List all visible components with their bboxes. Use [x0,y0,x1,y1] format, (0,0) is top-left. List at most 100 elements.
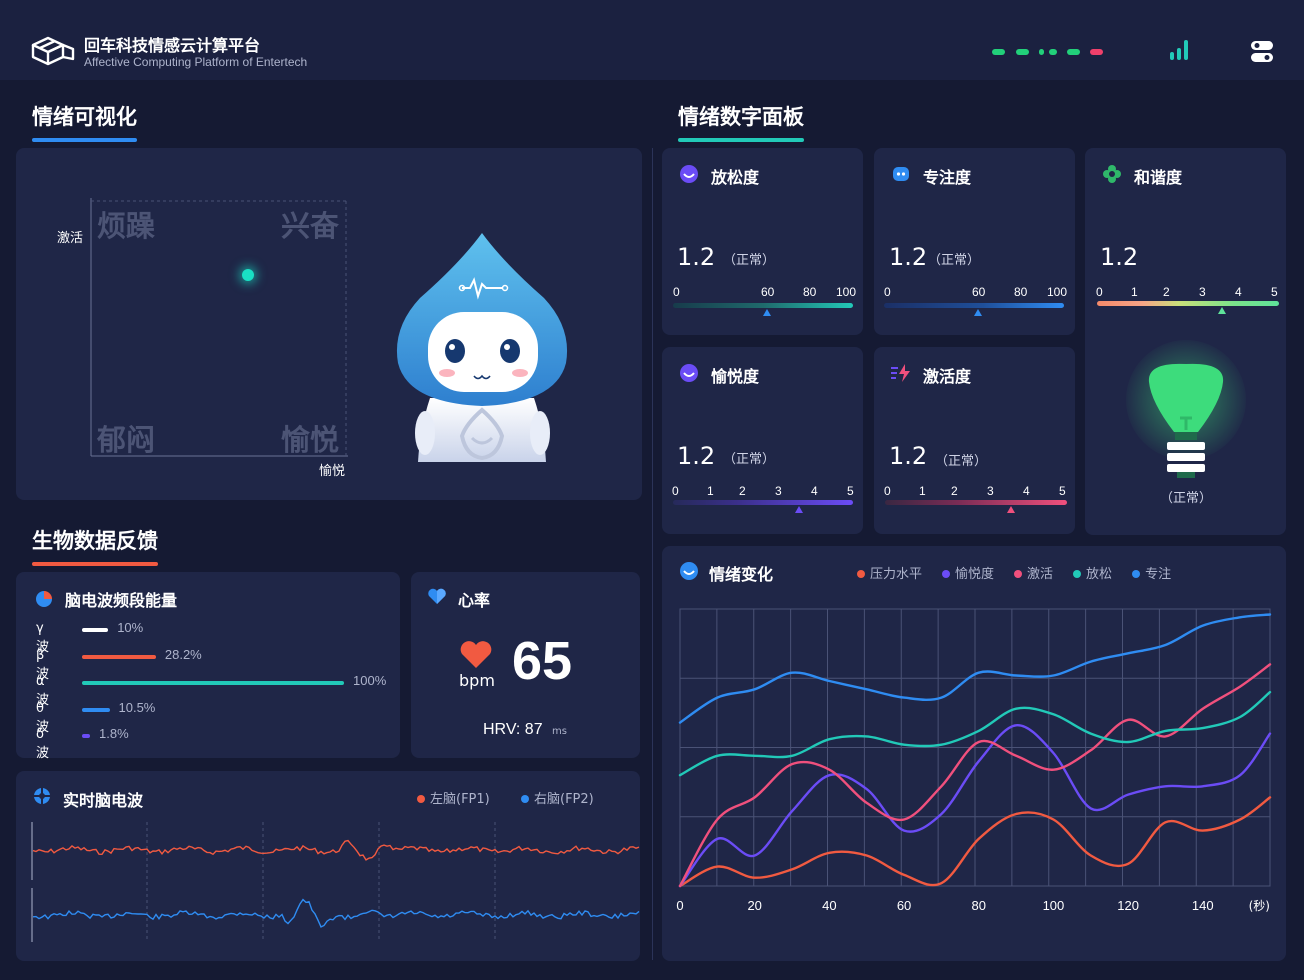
quadrant-label-pleased: 愉悦 [281,423,340,457]
harmony-tick: 0 [1096,285,1103,299]
heart-icon [428,588,446,604]
signal-indicator [1039,49,1044,55]
x-tick-label: 20 [747,898,761,913]
pleasure-tick: 2 [739,484,746,498]
relax-status: （正常） [723,253,776,268]
x-axis-label: 愉悦 [319,464,346,479]
eeg-band-percent: 1.8% [99,726,129,741]
x-tick-label: 60 [897,898,911,913]
y-axis-label: 激活 [57,231,84,246]
focus-status: （正常） [928,253,981,268]
pleasure-status: （正常） [723,452,776,467]
arousal-bar [885,500,1067,505]
relax-bar [673,303,853,308]
relax-tick: 0 [673,285,680,299]
arousal-marker [1007,506,1015,513]
legend-item: 压力水平 [857,567,922,582]
section-title-emotion-viz: 情绪可视化 [32,101,137,142]
eeg-band-bar [82,628,109,632]
cube-logo-icon [31,36,75,66]
legend-dot [417,795,425,803]
pleasure-tick: 4 [811,484,818,498]
harmony-marker [1218,307,1226,314]
relax-value: 1.2 [677,243,716,271]
arousal-tick: 5 [1059,484,1066,498]
arousal-tick: 2 [951,484,958,498]
smile-icon [680,165,698,183]
live-eeg-title: 实时脑电波 [63,791,144,810]
eeg-band-bar [82,707,110,712]
legend-left-brain: 左脑(FP1) [417,788,490,807]
eeg-trace [32,898,640,928]
pleasure-label: 愉悦度 [711,367,760,386]
quadrant-label-excited: 兴奋 [281,209,340,243]
emotion-trend-chart: 0 20 40 60 80 100 120 140 (秒) [676,608,1272,913]
section-title-emotion-panel: 情绪数字面板 [678,101,804,142]
x-tick-label: 100 [1043,898,1065,913]
eeg-band-bar [82,681,344,685]
harmony-bar [1097,301,1279,306]
heart-rate-value: 65 [512,631,573,691]
brain-icon [34,788,50,804]
quadrant-label-depressed: 郁闷 [97,423,156,457]
emotion-point [242,269,254,281]
focus-tick: 60 [972,285,986,299]
settings-toggle-icon[interactable] [1250,40,1274,64]
eeg-band-percent: 10% [117,620,144,635]
legend-dot [857,570,865,578]
relax-marker [763,309,771,316]
smile-icon [680,562,698,580]
x-unit-label: (秒) [1249,899,1270,913]
legend-dot [1014,570,1023,578]
focus-marker [974,309,982,316]
legend-item: 愉悦度 [942,567,994,582]
app-subtitle: Affective Computing Platform of Entertec… [84,55,308,69]
signal-indicator [1090,49,1103,55]
eeg-band-bar [82,734,90,738]
legend-dot [1132,570,1141,578]
eeg-band-label: δ 波 [36,727,50,761]
pleasure-tick: 5 [847,484,854,498]
arousal-tick: 0 [884,484,891,498]
lightbulb-icon [1148,363,1224,478]
legend-label: 压力水平 [870,567,923,582]
pleasure-tick: 1 [707,484,714,498]
legend-label: 愉悦度 [955,567,995,582]
legend-item: 激活 [1014,567,1053,582]
column-divider [652,148,653,960]
legend-right-brain-label: 右脑(FP2) [534,792,594,807]
pie-chart-icon [36,591,52,607]
robot-icon [893,167,909,181]
pleasure-value: 1.2 [677,442,716,470]
harmony-tick: 3 [1199,285,1206,299]
signal-strength-icon[interactable] [1168,38,1194,62]
flower-icon [1103,165,1121,183]
heart-rate-title: 心率 [458,591,491,610]
x-tick-label: 120 [1117,898,1139,913]
arousal-label: 激活度 [923,367,972,386]
focus-tick: 100 [1047,285,1068,299]
focus-bar [884,303,1064,308]
live-eeg-waveform [31,822,640,942]
relax-tick: 80 [803,285,817,299]
legend-item: 放松 [1073,567,1112,582]
mascot-illustration [396,233,568,462]
eeg-band-percent: 100% [353,673,387,688]
harmony-value: 1.2 [1100,243,1139,271]
legend-dot [942,570,951,578]
pleasure-bar [673,500,853,505]
eeg-band-percent: 28.2% [164,646,202,662]
eeg-band-percent: 10.5% [118,699,156,715]
hrv-value: HRV: 87 [483,721,543,738]
legend-label: 放松 [1086,567,1113,582]
harmony-label: 和谐度 [1134,168,1183,187]
focus-tick: 0 [884,285,891,299]
legend-label: 激活 [1027,567,1054,582]
legend-right-brain: 右脑(FP2) [521,788,594,807]
smile-icon [680,364,698,382]
harmony-status: （正常） [1160,491,1213,506]
emotion-trend-legend: 压力水平 愉悦度 激活 放松 专注 [857,563,1171,582]
heart-rate-unit: bpm [459,671,495,690]
x-tick-label: 80 [971,898,985,913]
relax-tick: 60 [761,285,775,299]
